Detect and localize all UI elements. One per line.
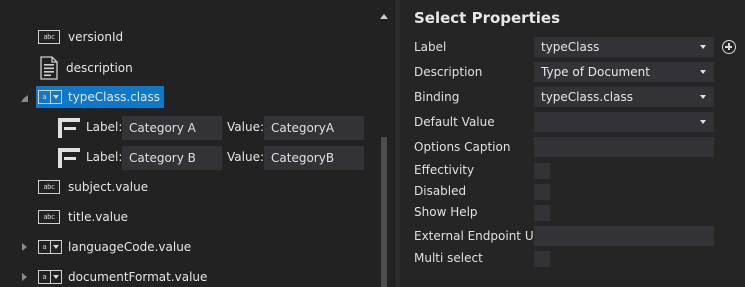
effectivity-checkbox[interactable] [534, 163, 550, 179]
tree-item-label: typeClass.class [68, 90, 160, 104]
chevron-down-icon [700, 120, 706, 124]
option-label-input[interactable]: Category B [122, 146, 222, 170]
select-field-icon: a [38, 90, 62, 104]
option-value-caption: Value: [227, 150, 264, 164]
chevron-down-icon [700, 70, 706, 74]
label-dropdown-value: typeClass [541, 40, 600, 54]
options-caption-caption: Options Caption [414, 140, 511, 154]
default-value-caption: Default Value [414, 115, 495, 129]
expand-arrow-icon[interactable] [22, 243, 27, 251]
tree-item-label: subject.value [68, 180, 149, 194]
scroll-thumb[interactable] [381, 137, 387, 287]
option-value-input[interactable]: CategoryA [264, 116, 364, 140]
tree-item-versionId[interactable]: abc versionId [38, 26, 123, 48]
binding-dropdown-value: typeClass.class [541, 90, 633, 104]
text-field-icon: abc [38, 30, 60, 44]
tree-item-documentFormat-value[interactable]: a documentFormat.value [38, 266, 207, 287]
select-field-icon: a [38, 270, 62, 284]
options-caption-input[interactable] [534, 137, 714, 157]
tree-item-languageCode-value[interactable]: a languageCode.value [38, 236, 191, 258]
show-help-caption: Show Help [414, 205, 478, 219]
show-help-checkbox[interactable] [534, 205, 550, 221]
tree-item-label: versionId [68, 30, 124, 44]
multi-select-caption: Multi select [414, 251, 483, 265]
disabled-checkbox[interactable] [534, 184, 550, 200]
option-value-input[interactable]: CategoryB [264, 146, 364, 170]
tree-item-label: documentFormat.value [68, 270, 208, 284]
tree-item-typeClass-class[interactable]: a typeClass.class [36, 86, 164, 108]
expand-arrow-icon[interactable] [21, 95, 28, 102]
add-circle-icon[interactable] [722, 40, 736, 54]
chevron-down-icon [700, 45, 706, 49]
text-field-icon: abc [38, 210, 60, 224]
binding-caption: Binding [414, 90, 460, 104]
external-endpoint-url-caption: External Endpoint URL [414, 229, 549, 243]
tree-item-label: title.value [68, 210, 129, 224]
document-icon [40, 56, 58, 80]
expand-arrow-icon[interactable] [22, 273, 27, 281]
tree-pane: abc versionId description a typeClass.cl… [0, 0, 395, 287]
label-caption: Label [414, 40, 447, 54]
option-item-icon [58, 118, 80, 138]
option-item-icon [58, 148, 80, 168]
option-label-caption: Label: [86, 150, 123, 164]
option-row: Label: Category A Value: CategoryA [56, 116, 366, 140]
text-field-icon: abc [38, 180, 60, 194]
properties-panel: Select Properties Label typeClass Descri… [400, 0, 745, 287]
tree-item-title-value[interactable]: abc title.value [38, 206, 128, 228]
description-dropdown[interactable]: Type of Document [534, 62, 714, 82]
chevron-down-icon [700, 95, 706, 99]
scroll-up-arrow-icon[interactable] [380, 14, 388, 19]
vertical-scrollbar[interactable] [378, 14, 390, 287]
effectivity-caption: Effectivity [414, 163, 475, 177]
binding-dropdown[interactable]: typeClass.class [534, 87, 714, 107]
tree-item-label: languageCode.value [68, 240, 192, 254]
external-endpoint-url-input[interactable] [534, 226, 714, 246]
option-row: Label: Category B Value: CategoryB [56, 146, 366, 170]
select-field-icon: a [38, 240, 62, 254]
option-value-caption: Value: [227, 120, 264, 134]
description-caption: Description [414, 65, 483, 79]
disabled-caption: Disabled [414, 184, 467, 198]
tree-item-subject-value[interactable]: abc subject.value [38, 176, 148, 198]
description-dropdown-value: Type of Document [541, 65, 650, 79]
tree-item-label: description [66, 61, 133, 75]
option-label-input[interactable]: Category A [122, 116, 222, 140]
default-value-dropdown[interactable] [534, 112, 714, 132]
option-label-caption: Label: [86, 120, 123, 134]
panel-title: Select Properties [414, 9, 560, 27]
tree-item-description[interactable]: description [38, 55, 133, 81]
label-dropdown[interactable]: typeClass [534, 37, 714, 57]
multi-select-checkbox[interactable] [534, 251, 550, 267]
